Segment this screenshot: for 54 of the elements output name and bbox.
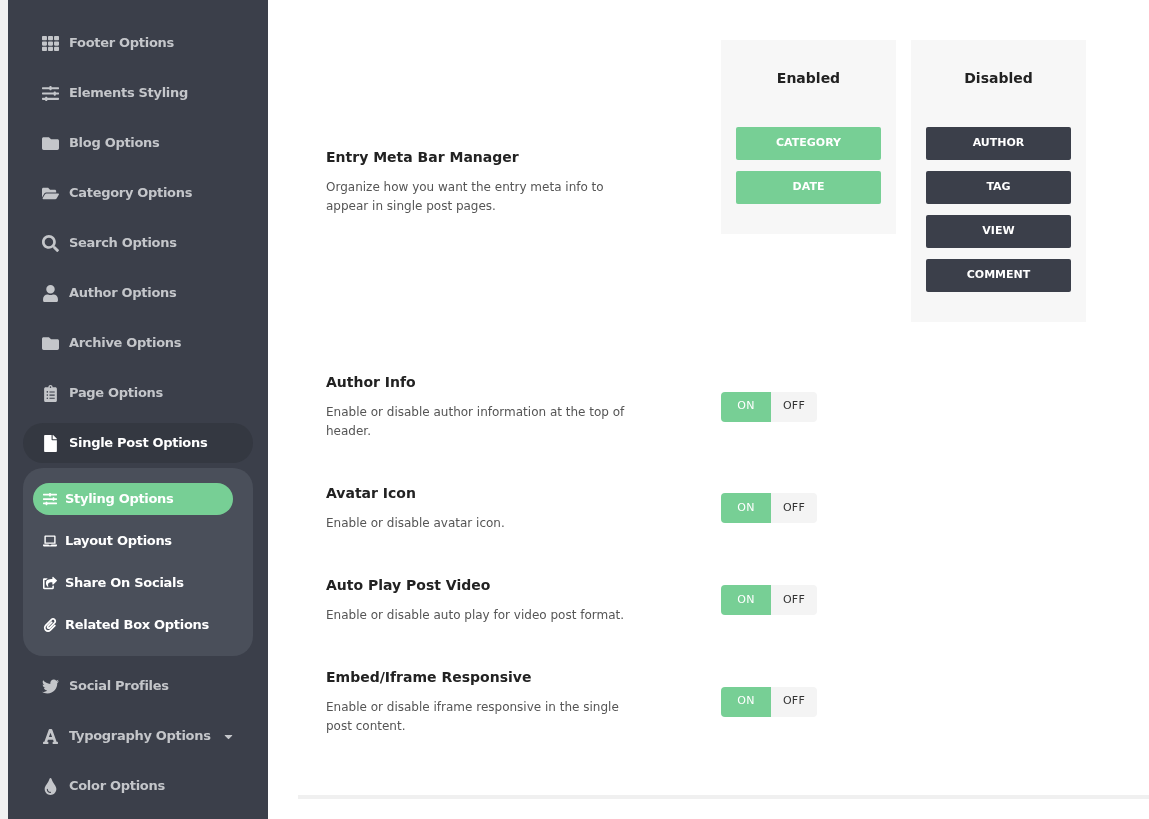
droplet-icon [42,777,59,795]
column-title: Disabled [964,69,1033,88]
setting-title: Embed/Iframe Responsive [326,668,533,687]
search-icon [42,234,59,252]
sidebar-item[interactable]: Color Options [23,766,253,806]
grid-icon [42,34,59,52]
setting-title: Auto Play Post Video [326,576,492,595]
sidebar-item[interactable]: Category Options [23,173,253,213]
share-icon [43,576,57,590]
column-title: Enabled [776,69,841,88]
setting-title: Entry Meta Bar Manager [326,147,520,167]
sidebar-item[interactable]: Social Profiles [23,666,253,706]
folder-icon [42,334,59,352]
sidebar-item[interactable]: Archive Options [23,323,253,363]
sidebar-item[interactable]: Blog Options [23,123,253,163]
submenu-item[interactable]: Share On Socials [33,567,233,599]
on-off-switch[interactable]: ON OFF [721,686,817,717]
sidebar-item[interactable]: Single Post Options [23,423,253,463]
setting-description: Enable or disable iframe responsive in the single post content. [326,699,620,735]
off-option[interactable]: OFF [771,686,817,717]
folder-icon [42,134,59,152]
off-option[interactable]: OFF [771,585,817,615]
setting-description: Organize how you want the entry meta info to appear in single post pages. [326,178,605,215]
sidebar-item[interactable]: Search Options [23,223,253,263]
setting-description: Enable or disable avatar icon. [326,515,506,532]
letter-icon [42,727,59,745]
sidebar-item[interactable]: Author Options [23,273,253,313]
off-option[interactable]: OFF [771,391,817,422]
sidebar-item[interactable]: Elements Styling [23,73,253,113]
user-icon [42,284,59,302]
laptop-icon [43,534,57,548]
setting-title: Avatar Icon [326,484,417,503]
meta-tag[interactable]: COMMENT [926,259,1071,292]
paperclip-icon [43,618,57,632]
on-off-switch[interactable]: ON OFF [721,585,817,615]
meta-tag[interactable]: TAG [926,171,1071,204]
sliders-icon [42,84,59,102]
submenu-item[interactable]: Layout Options [33,525,233,557]
meta-tag[interactable]: AUTHOR [926,127,1071,160]
meta-tag[interactable]: VIEW [926,215,1071,248]
setting-description: Enable or disable auto play for video post format. [326,607,625,624]
sidebar-item[interactable]: Footer Options [23,23,253,63]
document-icon [42,434,59,452]
off-option[interactable]: OFF [771,493,817,523]
bird-icon [42,677,59,695]
sidebar-item[interactable]: Typography Options [23,716,253,756]
clipboard-icon [42,384,59,402]
sliders-icon [43,492,57,506]
setting-title: Author Info [326,373,417,392]
on-off-switch[interactable]: ON OFF [721,493,817,523]
sidebar-item[interactable]: Page Options [23,373,253,413]
submenu-item[interactable]: Related Box Options [33,609,233,641]
on-off-switch[interactable]: ON OFF [721,391,817,422]
setting-description: Enable or disable author information at the top of header. [326,404,626,440]
